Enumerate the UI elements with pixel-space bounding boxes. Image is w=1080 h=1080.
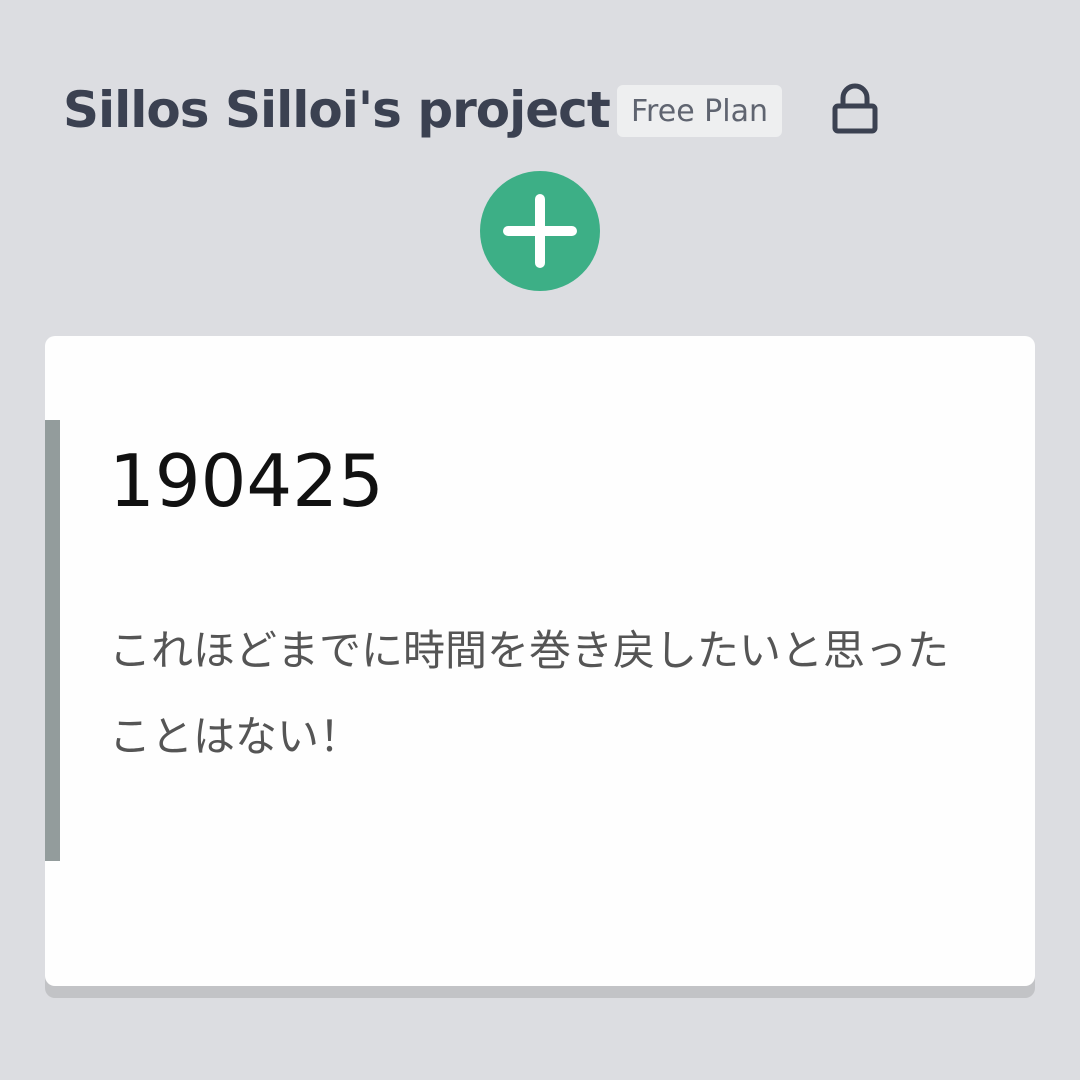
add-note-button[interactable] xyxy=(480,171,600,291)
card-accent-bar xyxy=(45,420,60,861)
plus-icon xyxy=(503,194,577,268)
project-title: Sillos Silloi's project xyxy=(63,81,611,139)
note-body: これほどまでに時間を巻き戻したいと思ったことはない！ xyxy=(109,626,950,761)
project-header: Sillos Silloi's project xyxy=(63,78,611,142)
note-title: 190425 xyxy=(109,439,384,523)
note-card[interactable]: 190425 これほどまでに時間を巻き戻したいと思ったことはない！ xyxy=(45,336,1035,986)
lock-icon[interactable] xyxy=(826,80,884,138)
plan-badge: Free Plan xyxy=(617,85,782,137)
